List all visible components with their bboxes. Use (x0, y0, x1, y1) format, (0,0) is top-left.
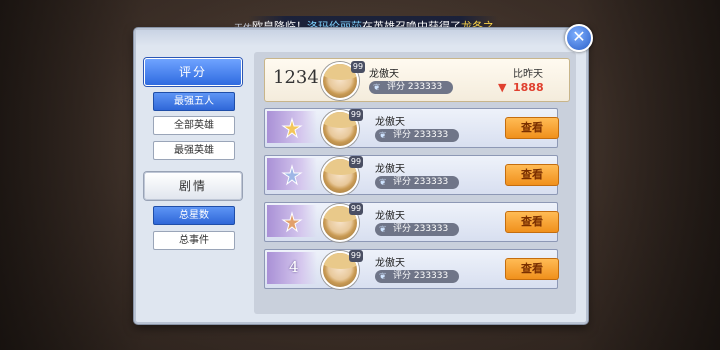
view-button[interactable]: 查看 (505, 211, 559, 233)
table-row: 4 99 龙傲天 ❦ 评分 233333 查看 (264, 249, 559, 289)
leaderboard-panel: 评分 最强五人 全部英雄 最强英雄 剧情 总星数 总事件 1234 99 龙傲天… (134, 28, 588, 324)
ranking-list[interactable]: 1234 99 龙傲天 ❦ 评分 233333 比昨天 ▼ 1888 99 龙傲… (254, 52, 576, 314)
compare-label: 比昨天 (513, 69, 543, 80)
score-icon: ❦ (373, 83, 381, 93)
rank-slot (267, 158, 317, 190)
score-text: 评分 233333 (393, 224, 449, 234)
score-icon: ❦ (379, 131, 387, 141)
score-pill: ❦ 评分 233333 (375, 129, 459, 142)
close-icon: ✕ (572, 27, 586, 46)
level-badge: 99 (351, 61, 365, 73)
sub-tab-all-heroes[interactable]: 全部英雄 (153, 116, 235, 135)
level-badge: 99 (349, 156, 363, 168)
view-button[interactable]: 查看 (505, 258, 559, 280)
sub-tab-strongest-hero[interactable]: 最强英雄 (153, 141, 235, 160)
sub-tab-total-stars[interactable]: 总星数 (153, 206, 235, 225)
view-button[interactable]: 查看 (505, 117, 559, 139)
level-badge: 99 (349, 109, 363, 121)
my-ranking-row: 1234 99 龙傲天 ❦ 评分 233333 比昨天 ▼ 1888 (264, 58, 570, 102)
sub-tab-top5[interactable]: 最强五人 (153, 92, 235, 111)
score-icon: ❦ (379, 178, 387, 188)
rank-slot (267, 111, 317, 143)
table-row: 99 龙傲天 ❦ 评分 233333 查看 (264, 108, 559, 148)
bronze-laurel-icon (281, 211, 303, 233)
score-pill: ❦ 评分 233333 (369, 81, 453, 94)
score-icon: ❦ (379, 272, 387, 282)
player-name: 龙傲天 (375, 258, 405, 269)
level-badge: 99 (349, 250, 363, 262)
category-story-tab[interactable]: 剧情 (144, 172, 242, 200)
rank-down-icon: ▼ (498, 81, 507, 94)
sub-tab-total-events[interactable]: 总事件 (153, 231, 235, 250)
score-text: 评分 233333 (393, 177, 449, 187)
table-row: 99 龙傲天 ❦ 评分 233333 查看 (264, 202, 559, 242)
score-pill: ❦ 评分 233333 (375, 223, 459, 236)
gold-laurel-icon (281, 117, 303, 139)
player-name: 龙傲天 (375, 211, 405, 222)
score-text: 评分 233333 (393, 130, 449, 140)
rank-slot: 4 (267, 252, 317, 284)
rank-slot (267, 205, 317, 237)
view-button[interactable]: 查看 (505, 164, 559, 186)
close-button[interactable]: ✕ (565, 24, 593, 52)
table-row: 99 龙傲天 ❦ 评分 233333 查看 (264, 155, 559, 195)
my-rank-number: 1234 (273, 67, 319, 88)
level-badge: 99 (349, 203, 363, 215)
player-name: 龙傲天 (369, 69, 399, 80)
score-pill: ❦ 评分 233333 (375, 270, 459, 283)
player-name: 龙傲天 (375, 117, 405, 128)
panel-header-strip (136, 30, 586, 46)
score-text: 评分 233333 (393, 271, 449, 281)
score-pill: ❦ 评分 233333 (375, 176, 459, 189)
score-text: 评分 233333 (387, 82, 443, 92)
category-score-tab[interactable]: 评分 (144, 58, 242, 86)
score-icon: ❦ (379, 225, 387, 235)
category-sidebar: 评分 最强五人 全部英雄 最强英雄 剧情 总星数 总事件 (144, 52, 246, 312)
player-name: 龙傲天 (375, 164, 405, 175)
rank-number: 4 (289, 258, 299, 276)
silver-laurel-icon (281, 164, 303, 186)
compare-value: 1888 (513, 81, 544, 94)
